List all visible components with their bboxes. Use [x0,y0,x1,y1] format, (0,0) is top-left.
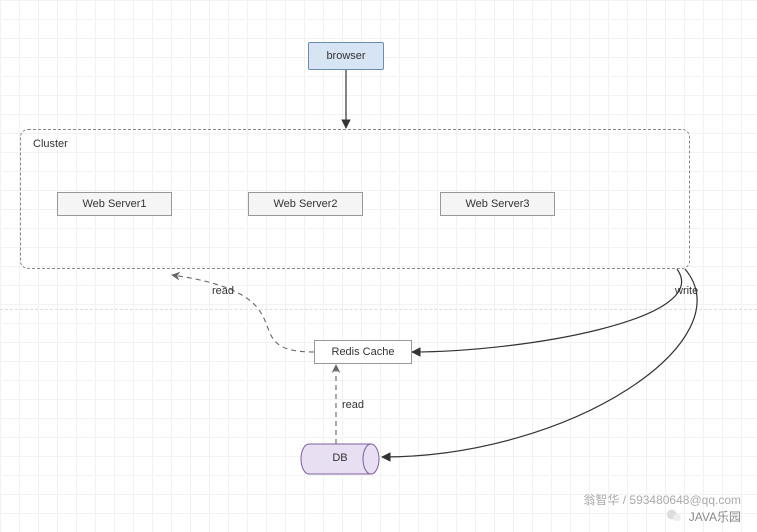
node-ws2-label: Web Server2 [274,198,338,210]
node-db-label: DB [300,442,380,474]
watermark: JAVA乐园 [665,507,741,525]
node-web-server-2[interactable]: Web Server2 [248,192,363,216]
watermark-brand: JAVA乐园 [689,508,741,525]
node-cluster-label: Cluster [33,138,68,150]
node-browser-label: browser [326,50,365,62]
edge-label-read-1: read [212,285,234,297]
node-browser[interactable]: browser [308,42,384,70]
wechat-icon [665,507,683,525]
edge-label-read-2: read [342,399,364,411]
node-redis-label: Redis Cache [332,346,395,358]
edge-label-write: write [675,285,698,297]
node-redis-cache[interactable]: Redis Cache [314,340,412,364]
node-db[interactable]: DB [300,442,380,474]
horizontal-separator [0,309,757,310]
watermark-author: 翁智华 / 593480648@qq.com [583,491,741,508]
node-ws3-label: Web Server3 [466,198,530,210]
node-ws1-label: Web Server1 [83,198,147,210]
node-web-server-3[interactable]: Web Server3 [440,192,555,216]
node-web-server-1[interactable]: Web Server1 [57,192,172,216]
